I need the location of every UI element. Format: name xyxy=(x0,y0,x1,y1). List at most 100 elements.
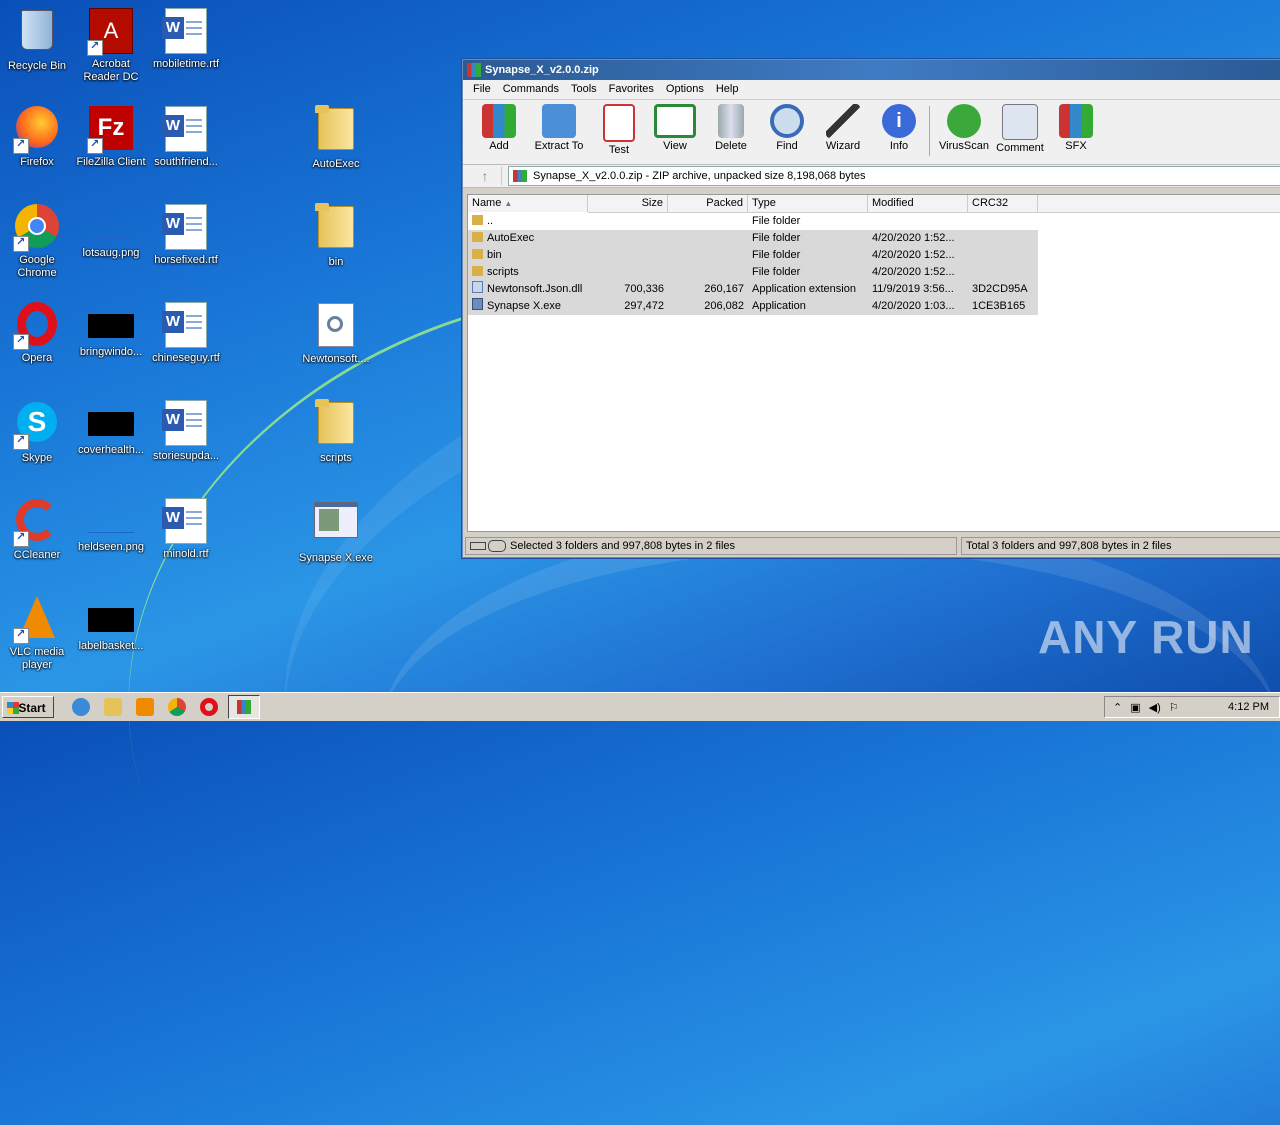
desktop-icon-acrobat[interactable]: A Acrobat Reader DC xyxy=(74,6,148,84)
skype-icon: S xyxy=(13,402,61,450)
acrobat-icon: A xyxy=(87,8,135,56)
column-header-crc32[interactable]: CRC32 xyxy=(968,195,1038,212)
sfx-button[interactable]: SFX xyxy=(1048,104,1104,152)
desktop-icon-skype[interactable]: S Skype xyxy=(0,398,74,465)
opera-icon[interactable] xyxy=(200,698,218,716)
clock[interactable]: 4:12 PM xyxy=(1228,701,1269,713)
filezilla-icon: Fz xyxy=(87,106,135,154)
archive-path-field[interactable]: Synapse_X_v2.0.0.zip - ZIP archive, unpa… xyxy=(508,166,1280,186)
network-icon[interactable]: ▣ xyxy=(1130,701,1140,714)
table-row[interactable]: Newtonsoft.Json.dll 700,336 260,167 Appl… xyxy=(468,281,1038,298)
start-button[interactable]: Start xyxy=(2,696,54,718)
desktop-icon-lotsaug[interactable]: lotsaug.png xyxy=(74,202,148,260)
desktop-icon-autoexec[interactable]: AutoExec xyxy=(299,104,373,171)
volume-icon[interactable]: ◀) xyxy=(1149,701,1161,714)
word-document-icon xyxy=(162,106,210,154)
test-button[interactable]: Test xyxy=(591,104,647,156)
word-document-icon xyxy=(162,498,210,546)
desktop-icon-mobiletime[interactable]: mobiletime.rtf xyxy=(149,6,223,71)
desktop-icon-bin[interactable]: bin xyxy=(299,202,373,269)
chrome-icon[interactable] xyxy=(168,698,186,716)
menu-bar: File Commands Tools Favorites Options He… xyxy=(463,80,1280,100)
vlc-cone-icon xyxy=(13,596,61,644)
desktop-icon-bringwindo[interactable]: bringwindo... xyxy=(74,300,148,359)
desktop-icon-scripts[interactable]: scripts xyxy=(299,398,373,465)
file-list[interactable]: Name ▲ Size Packed Type Modified CRC32 .… xyxy=(467,194,1280,532)
folder-icon xyxy=(312,203,360,254)
dll-settings-icon xyxy=(312,303,360,351)
dll-file-icon xyxy=(472,281,483,293)
png-file-icon xyxy=(88,412,134,436)
menu-help[interactable]: Help xyxy=(710,80,745,99)
virus-bug-icon xyxy=(947,104,981,138)
menu-favorites[interactable]: Favorites xyxy=(603,80,660,99)
desktop-icon-southfriend[interactable]: southfriend... xyxy=(149,104,223,169)
archive-path-text: Synapse_X_v2.0.0.zip - ZIP archive, unpa… xyxy=(533,170,866,182)
wizard-button[interactable]: Wizard xyxy=(815,104,871,152)
desktop-icon-newtonsoft[interactable]: Newtonsoft.... xyxy=(299,300,373,366)
up-arrow-icon[interactable]: ↑ xyxy=(469,167,502,185)
info-button[interactable]: i Info xyxy=(871,104,927,152)
internet-explorer-icon[interactable] xyxy=(72,698,90,716)
column-header-size[interactable]: Size xyxy=(588,195,668,212)
action-center-flag-icon[interactable]: ⚐ xyxy=(1169,701,1179,714)
column-header-name[interactable]: Name ▲ xyxy=(468,195,588,212)
comment-icon xyxy=(1002,104,1038,140)
column-header-modified[interactable]: Modified xyxy=(868,195,968,212)
table-row[interactable]: Synapse X.exe 297,472 206,082 Applicatio… xyxy=(468,298,1038,315)
table-row[interactable]: scripts File folder 4/20/2020 1:52... xyxy=(468,264,1038,281)
folder-icon xyxy=(312,399,360,450)
desktop-icon-storiesupda[interactable]: storiesupda... xyxy=(149,398,223,463)
desktop-icon-vlc[interactable]: VLC media player xyxy=(0,594,74,672)
find-button[interactable]: Find xyxy=(759,104,815,152)
column-header-type[interactable]: Type xyxy=(748,195,868,212)
word-document-icon xyxy=(162,204,210,252)
desktop-icon-opera[interactable]: Opera xyxy=(0,300,74,365)
sort-up-icon: ▲ xyxy=(504,199,513,208)
desktop-icon-heldseen[interactable]: heldseen.png xyxy=(74,496,148,554)
list-header: Name ▲ Size Packed Type Modified CRC32 xyxy=(468,195,1280,213)
wand-icon xyxy=(826,104,860,138)
comment-button[interactable]: Comment xyxy=(992,104,1048,154)
table-row[interactable]: AutoExec File folder 4/20/2020 1:52... xyxy=(468,230,1038,247)
desktop-icon-minold[interactable]: minold.rtf xyxy=(149,496,223,561)
desktop-icon-google-chrome[interactable]: Google Chrome xyxy=(0,202,74,280)
opera-icon xyxy=(13,302,61,350)
taskbar-winrar-button[interactable] xyxy=(228,695,260,719)
delete-button[interactable]: Delete xyxy=(703,104,759,152)
desktop-icon-chineseguy[interactable]: chineseguy.rtf xyxy=(149,300,223,365)
desktop-icon-labelbasket[interactable]: labelbasket... xyxy=(74,594,148,653)
desktop-icon-firefox[interactable]: Firefox xyxy=(0,104,74,169)
table-row[interactable]: bin File folder 4/20/2020 1:52... xyxy=(468,247,1038,264)
media-player-icon[interactable] xyxy=(136,698,154,716)
test-clipboard-icon xyxy=(603,104,635,142)
address-bar: ↑ Synapse_X_v2.0.0.zip - ZIP archive, un… xyxy=(463,165,1280,188)
status-bar: Selected 3 folders and 997,808 bytes in … xyxy=(465,537,1280,555)
desktop-icon-synapse-exe[interactable]: Synapse X.exe xyxy=(299,496,373,565)
show-hidden-icons-icon[interactable]: ⌃ xyxy=(1113,701,1122,714)
desktop-icon-horsefixed[interactable]: horsefixed.rtf xyxy=(149,202,223,267)
desktop-icon-coverhealth[interactable]: coverhealth... xyxy=(74,398,148,457)
desktop-icon-ccleaner[interactable]: CCleaner xyxy=(0,496,74,562)
winrar-window[interactable]: Synapse_X_v2.0.0.zip File Commands Tools… xyxy=(462,59,1280,558)
exe-window-icon xyxy=(312,502,360,550)
desktop-icon-filezilla[interactable]: Fz FileZilla Client xyxy=(74,104,148,169)
magnifier-icon xyxy=(770,104,804,138)
png-file-icon xyxy=(88,314,134,338)
virusscan-button[interactable]: VirusScan xyxy=(936,104,992,152)
window-titlebar[interactable]: Synapse_X_v2.0.0.zip xyxy=(463,60,1280,80)
menu-tools[interactable]: Tools xyxy=(565,80,603,99)
column-header-packed[interactable]: Packed xyxy=(668,195,748,212)
extract-to-button[interactable]: Extract To xyxy=(527,104,591,152)
zip-archive-icon xyxy=(513,170,527,182)
view-button[interactable]: View xyxy=(647,104,703,152)
menu-commands[interactable]: Commands xyxy=(497,80,565,99)
drive-icon xyxy=(470,542,486,550)
taskbar: Start ⌃ ▣ ◀) ⚐ 4:12 PM xyxy=(0,692,1280,721)
table-row[interactable]: .. File folder xyxy=(468,213,1280,230)
menu-options[interactable]: Options xyxy=(660,80,710,99)
desktop-icon-recycle-bin[interactable]: Recycle Bin xyxy=(0,6,74,73)
menu-file[interactable]: File xyxy=(467,80,497,99)
add-button[interactable]: Add xyxy=(471,104,527,152)
explorer-folder-icon[interactable] xyxy=(104,698,122,716)
